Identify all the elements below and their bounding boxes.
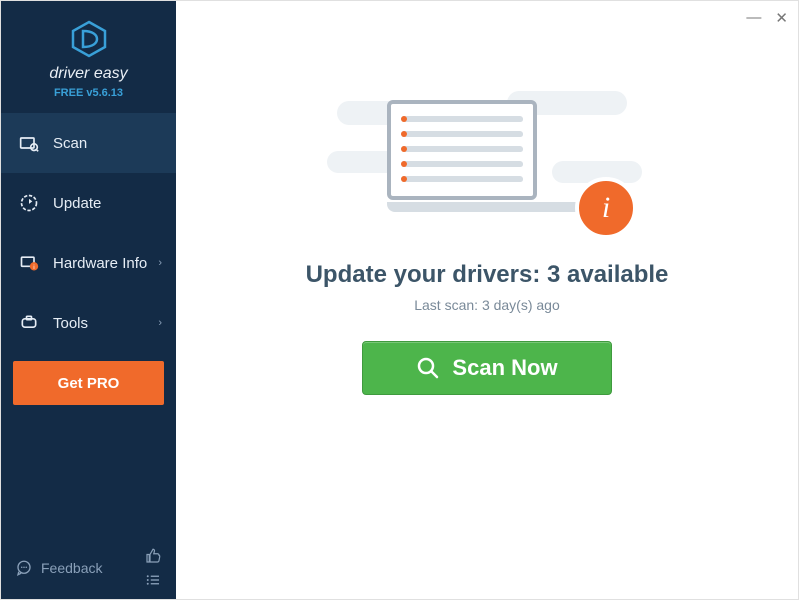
app-logo-icon	[69, 19, 109, 59]
sidebar-footer: Feedback	[1, 537, 176, 599]
feedback-icon	[15, 559, 33, 577]
thumbs-up-icon[interactable]	[144, 547, 162, 565]
sidebar-item-label: Hardware Info	[53, 255, 147, 272]
close-button[interactable]: ✕	[775, 9, 788, 27]
minimize-button[interactable]: —	[746, 9, 761, 27]
get-pro-button[interactable]: Get PRO	[13, 361, 164, 405]
app-name: driver easy	[49, 65, 127, 83]
sidebar-item-label: Update	[53, 195, 101, 212]
illustration: i	[357, 71, 617, 241]
hardware-info-icon: i	[19, 253, 39, 273]
sidebar-item-scan[interactable]: Scan	[1, 113, 176, 173]
feedback-label: Feedback	[41, 560, 102, 576]
update-icon	[19, 193, 39, 213]
app-version: FREE v5.6.13	[54, 87, 123, 99]
sidebar-item-tools[interactable]: Tools ›	[1, 293, 176, 353]
nav: Scan Update i Hardware Info › Tools ›	[1, 113, 176, 353]
feedback-button[interactable]: Feedback	[15, 559, 102, 577]
list-icon[interactable]	[144, 571, 162, 589]
footer-right-icons	[144, 547, 162, 589]
subline: Last scan: 3 day(s) ago	[414, 297, 560, 313]
sidebar-item-label: Tools	[53, 315, 88, 332]
info-badge-icon: i	[575, 177, 637, 239]
sidebar-item-label: Scan	[53, 135, 87, 152]
sidebar: driver easy FREE v5.6.13 Scan Update i H…	[1, 1, 176, 599]
headline: Update your drivers: 3 available	[306, 261, 669, 289]
tools-icon	[19, 313, 39, 333]
chevron-right-icon: ›	[158, 257, 162, 269]
search-icon	[416, 356, 440, 380]
sidebar-item-update[interactable]: Update	[1, 173, 176, 233]
get-pro-label: Get PRO	[58, 375, 120, 392]
window-controls: — ✕	[746, 9, 788, 27]
laptop-icon	[387, 100, 587, 212]
chevron-right-icon: ›	[158, 317, 162, 329]
scan-now-label: Scan Now	[452, 355, 557, 381]
main-content: — ✕ i Update your drivers: 3 available L…	[176, 1, 798, 599]
scan-now-button[interactable]: Scan Now	[362, 341, 612, 395]
logo-area: driver easy FREE v5.6.13	[1, 1, 176, 113]
sidebar-item-hardware-info[interactable]: i Hardware Info ›	[1, 233, 176, 293]
scan-icon	[19, 133, 39, 153]
